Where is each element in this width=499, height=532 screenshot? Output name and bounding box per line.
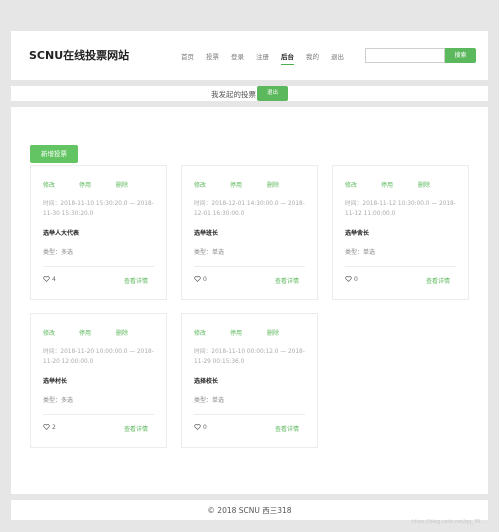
card-time: 时间：2018-11-10 00:00:12.0 — 2018-11-29 00… bbox=[194, 349, 305, 365]
add-vote-button[interactable]: 新增投票 bbox=[30, 145, 78, 163]
card-type: 类型：单选 bbox=[194, 249, 225, 256]
card-type: 类型：多选 bbox=[43, 249, 74, 256]
disable-link[interactable]: 停用 bbox=[230, 328, 242, 337]
card-type: 类型：多选 bbox=[43, 397, 74, 404]
card-type: 类型：单选 bbox=[194, 397, 225, 404]
card-divider bbox=[194, 266, 305, 267]
view-details-link[interactable]: 查看详情 bbox=[124, 276, 148, 285]
edit-link[interactable]: 修改 bbox=[194, 328, 206, 337]
heart-icon bbox=[43, 276, 50, 282]
card-title: 选择校长 bbox=[194, 378, 219, 385]
vote-card: 修改 停用 删除 时间：2018-12-01 14:30:00.0 — 2018… bbox=[181, 165, 318, 300]
like-button[interactable]: 0 bbox=[194, 276, 207, 283]
card-title: 选举人大代表 bbox=[43, 230, 80, 237]
disable-link[interactable]: 停用 bbox=[79, 180, 91, 189]
disable-link[interactable]: 停用 bbox=[381, 180, 393, 189]
like-count: 0 bbox=[203, 276, 207, 283]
card-divider bbox=[43, 414, 154, 415]
vote-card: 修改 停用 删除 时间：2018-11-10 15:30:20.0 — 2018… bbox=[30, 165, 167, 300]
view-details-link[interactable]: 查看详情 bbox=[124, 424, 148, 433]
like-count: 0 bbox=[203, 424, 207, 431]
card-time: 时间：2018-11-12 10:30:00.0 — 2018-11-12 11… bbox=[345, 201, 456, 217]
delete-link[interactable]: 删除 bbox=[418, 180, 430, 189]
delete-link[interactable]: 删除 bbox=[116, 328, 128, 337]
like-button[interactable]: 4 bbox=[43, 276, 56, 283]
edit-link[interactable]: 修改 bbox=[43, 180, 55, 189]
card-divider bbox=[194, 414, 305, 415]
watermark-text: https://blog.csdn.net/qq_39... bbox=[411, 519, 485, 525]
card-time: 时间：2018-11-20 10:00:00.0 — 2018-11-20 12… bbox=[43, 349, 154, 365]
vote-card: 修改 停用 删除 时间：2018-11-20 10:00:00.0 — 2018… bbox=[30, 313, 167, 448]
card-title: 选举舍长 bbox=[345, 230, 370, 237]
heart-icon bbox=[194, 276, 201, 282]
nav-login[interactable]: 登录 bbox=[231, 51, 244, 61]
delete-link[interactable]: 删除 bbox=[116, 180, 128, 189]
nav-register[interactable]: 注册 bbox=[256, 51, 269, 61]
sub-header-bar: 我发起的投票 退出 bbox=[11, 86, 488, 101]
main-content: 新增投票 修改 停用 删除 时间：2018-11-10 15:30:20.0 —… bbox=[11, 107, 488, 494]
copyright-text: © 2018 SCNU 西三318 bbox=[207, 506, 292, 515]
nav-admin[interactable]: 后台 bbox=[281, 51, 294, 65]
edit-link[interactable]: 修改 bbox=[43, 328, 55, 337]
heart-icon bbox=[43, 424, 50, 430]
nav-vote[interactable]: 投票 bbox=[206, 51, 219, 61]
card-title: 选举班长 bbox=[194, 230, 219, 237]
view-details-link[interactable]: 查看详情 bbox=[275, 424, 299, 433]
like-count: 0 bbox=[354, 276, 358, 283]
search-input[interactable] bbox=[365, 48, 445, 63]
card-time: 时间：2018-12-01 14:30:00.0 — 2018-12-01 16… bbox=[194, 201, 305, 217]
delete-link[interactable]: 删除 bbox=[267, 328, 279, 337]
search-button[interactable]: 搜索 bbox=[445, 48, 476, 63]
card-title: 选举村长 bbox=[43, 378, 68, 385]
nav-home[interactable]: 首页 bbox=[181, 51, 194, 61]
site-brand[interactable]: SCNU在线投票网站 bbox=[29, 47, 129, 63]
nav-mine[interactable]: 我的 bbox=[306, 51, 319, 61]
heart-icon bbox=[345, 276, 352, 282]
disable-link[interactable]: 停用 bbox=[79, 328, 91, 337]
card-type: 类型：单选 bbox=[345, 249, 376, 256]
card-divider bbox=[345, 266, 456, 267]
like-button[interactable]: 2 bbox=[43, 424, 56, 431]
view-details-link[interactable]: 查看详情 bbox=[275, 276, 299, 285]
like-count: 2 bbox=[52, 424, 56, 431]
exit-button[interactable]: 退出 bbox=[257, 86, 288, 101]
heart-icon bbox=[194, 424, 201, 430]
like-count: 4 bbox=[52, 276, 56, 283]
vote-card: 修改 停用 删除 时间：2018-11-10 00:00:12.0 — 2018… bbox=[181, 313, 318, 448]
delete-link[interactable]: 删除 bbox=[267, 180, 279, 189]
vote-card: 修改 停用 删除 时间：2018-11-12 10:30:00.0 — 2018… bbox=[332, 165, 469, 300]
header-bar: SCNU在线投票网站 首页 投票 登录 注册 后台 我的 退出 搜索 bbox=[11, 31, 488, 80]
view-details-link[interactable]: 查看详情 bbox=[426, 276, 450, 285]
edit-link[interactable]: 修改 bbox=[345, 180, 357, 189]
like-button[interactable]: 0 bbox=[345, 276, 358, 283]
edit-link[interactable]: 修改 bbox=[194, 180, 206, 189]
like-button[interactable]: 0 bbox=[194, 424, 207, 431]
disable-link[interactable]: 停用 bbox=[230, 180, 242, 189]
footer-bar: © 2018 SCNU 西三318 bbox=[11, 500, 488, 520]
nav-logout[interactable]: 退出 bbox=[331, 51, 344, 61]
page-title: 我发起的投票 bbox=[211, 90, 256, 99]
card-divider bbox=[43, 266, 154, 267]
card-time: 时间：2018-11-10 15:30:20.0 — 2018-11-30 15… bbox=[43, 201, 154, 217]
